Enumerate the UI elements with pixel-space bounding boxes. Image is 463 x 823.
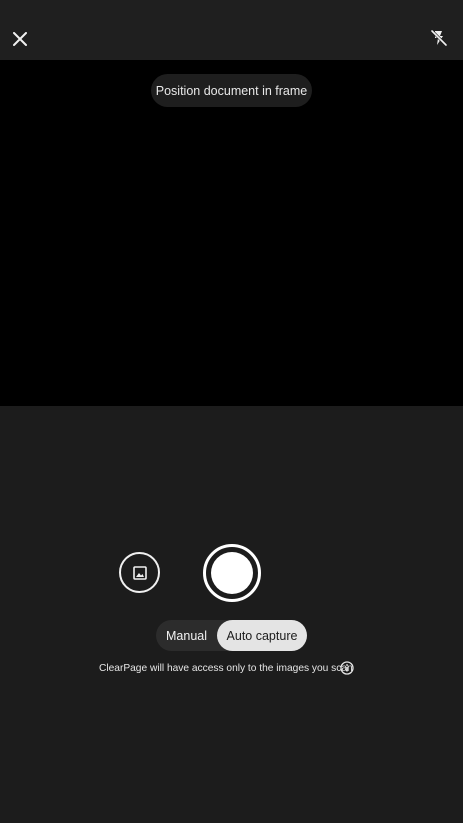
position-hint: Position document in frame — [151, 74, 312, 107]
info-icon — [340, 661, 354, 675]
flash-toggle-button[interactable] — [425, 24, 453, 52]
privacy-note: ClearPage will have access only to the i… — [99, 662, 353, 674]
top-bar — [0, 0, 463, 60]
close-icon — [13, 32, 27, 46]
camera-screen: Position document in frame Manual Auto c… — [0, 0, 463, 823]
shutter-core — [211, 552, 253, 594]
info-button[interactable] — [339, 660, 355, 676]
flash-off-icon — [430, 29, 448, 47]
mode-auto-capture[interactable]: Auto capture — [217, 620, 307, 651]
close-button[interactable] — [6, 25, 34, 53]
camera-viewfinder[interactable] — [0, 60, 463, 406]
image-icon — [132, 565, 147, 580]
capture-controls-panel — [0, 406, 463, 823]
capture-mode-toggle: Manual Auto capture — [156, 620, 307, 651]
gallery-button[interactable] — [119, 552, 160, 593]
shutter-button[interactable] — [203, 544, 261, 602]
mode-manual[interactable]: Manual — [156, 620, 217, 651]
